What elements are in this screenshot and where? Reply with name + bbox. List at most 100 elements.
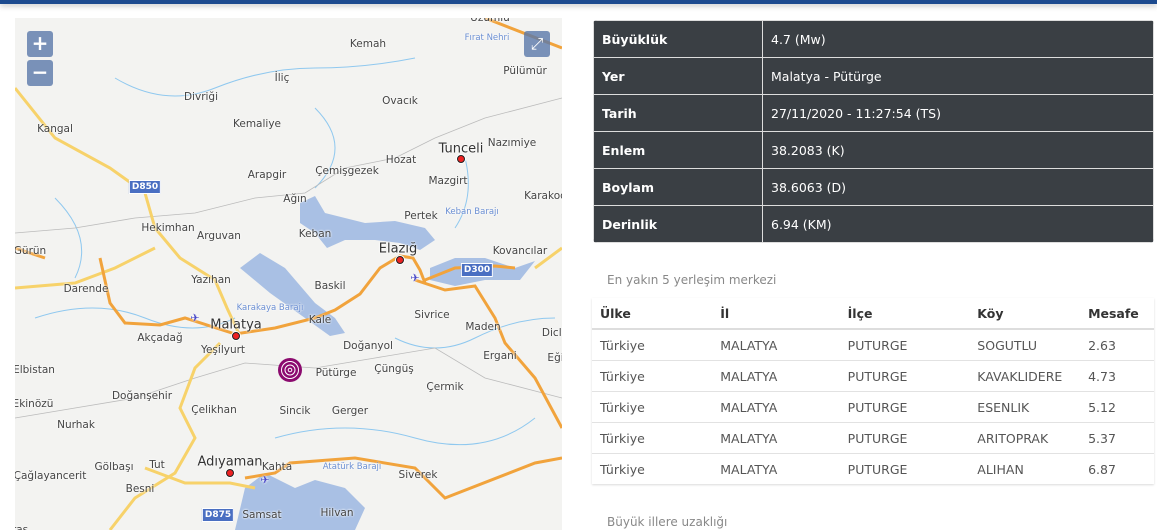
map-place-label: Doğanşehir [111,390,173,402]
map-place-label: Hilvan [320,507,354,519]
map-place-label: Hozat [385,154,417,166]
nearest-settlements-table: Ülke İl İlçe Köy Mesafe Türkiye MALATYA PUTURGE… [592,298,1154,484]
table-row: Türkiye MALATYA PUTURGE SOGUTLU 2.63 [592,328,1154,361]
table-row: Türkiye MALATYA PUTURGE ARITOPRAK 5.37 [592,422,1154,454]
map-place-label: Sincik [279,405,311,417]
map-place-label: Dicle [541,327,562,339]
table-cell: ALIHAN [969,453,1081,484]
info-key: Derinlik [593,205,763,243]
map-place-label: Çermik [426,381,464,393]
table-cell: PUTURGE [839,422,970,454]
map-place-label: Keban [298,228,332,240]
city-marker-icon [457,155,465,163]
map-place-label: Ekinözü [15,398,54,410]
map-place-label: Darende [63,283,109,295]
map-place-label: Kemaliye [233,118,281,130]
road-shield: D850 [128,180,162,194]
info-value: 38.2083 (K) [762,131,1154,169]
map-place-label: Karakaya Barajı [236,303,304,313]
map-place-label: Kangal [37,123,73,135]
info-row: Boylam 38.6063 (D) [593,168,1154,206]
column-header: Köy [969,298,1081,330]
column-header: Mesafe [1080,298,1154,330]
map-place-label: Keban Barajı [445,207,499,217]
map-place-label: Gerger [331,405,369,417]
table-cell: MALATYA [712,453,840,484]
map-place-label: Elbistan [15,364,55,376]
map-place-label: Ergani [483,350,517,362]
expand-icon[interactable]: ⤢ [524,31,550,57]
map-place-label: Adıyaman [197,454,263,470]
map-place-label: Elazığ [378,241,418,257]
map-place-label: Kemah [349,38,387,50]
zoom-in-button[interactable]: + [27,31,53,57]
top-header-bar [0,0,1157,4]
map-place-label: Ovacık [382,95,418,107]
table-row: Türkiye MALATYA PUTURGE ALIHAN 6.87 [592,453,1154,484]
column-header: İlçe [839,298,970,330]
airport-icon: ✈ [410,271,420,285]
map-place-label: Pülümür [503,65,547,77]
zoom-out-button[interactable]: − [27,60,53,86]
table-cell: ARITOPRAK [969,422,1081,454]
map-place-label: Ağın [283,193,307,205]
map-place-label: Hekimhan [141,222,195,234]
table-cell: 5.12 [1080,391,1154,423]
table-cell: Türkiye [592,453,713,484]
distances-title: Büyük illere uzaklığı [607,515,728,529]
table-cell: MALATYA [712,360,840,392]
info-value: 27/11/2020 - 11:27:54 (TS) [762,94,1154,132]
map-place-label: Çağlayancerit [15,470,87,482]
earthquake-map[interactable]: Kemah Pülümür İliç Divriği Ovacık Kangal Kemal… [15,18,562,530]
epicenter-marker[interactable] [276,356,304,384]
map-place-label: Samsat [242,509,282,521]
table-cell: PUTURGE [839,328,970,361]
map-place-label: Gölbaşı [94,461,134,473]
map-place-label: Doğanyol [343,340,393,352]
table-cell: Türkiye [592,360,713,392]
info-key: Büyüklük [593,20,763,58]
map-place-label: Sivrice [414,309,450,321]
earthquake-info-table: Büyüklük 4.7 (Mw) Yer Malatya - Pütürge Tari… [593,20,1154,243]
map-place-label: Tut [149,459,165,471]
map-place-label: Mazgirt [428,175,468,187]
city-marker-icon [226,469,234,477]
table-cell: PUTURGE [839,360,970,392]
table-cell: Türkiye [592,422,713,454]
info-value: 38.6063 (D) [762,168,1154,206]
map-place-label: Üzümlü [470,18,510,24]
map-place-label: Baskil [314,280,346,292]
map-place-label: Pertek [404,210,438,222]
city-marker-icon [396,256,404,264]
map-place-label: Pütürge [315,367,357,379]
table-cell: 6.87 [1080,453,1154,484]
info-row: Enlem 38.2083 (K) [593,131,1154,169]
info-row: Tarih 27/11/2020 - 11:27:54 (TS) [593,94,1154,132]
info-row: Derinlik 6.94 (KM) [593,205,1154,243]
road-shield: D875 [201,508,235,522]
table-cell: PUTURGE [839,453,970,484]
column-header: Ülke [592,298,713,330]
map-place-label: Eğil [547,352,562,364]
map-place-label: Çemişgezek [315,165,379,177]
info-key: Yer [593,57,763,95]
table-cell: KAVAKLIDERE [969,360,1081,392]
map-place-label: Çüngüş [374,363,414,375]
map-place-label: Nurhak [57,419,95,431]
map-place-label: Akçadağ [137,332,183,344]
airport-icon: ✈ [260,473,270,487]
table-cell: Türkiye [592,391,713,423]
table-cell: 4.73 [1080,360,1154,392]
map-place-label: Gürün [15,245,47,257]
info-key: Tarih [593,94,763,132]
table-cell: PUTURGE [839,391,970,423]
table-cell: SOGUTLU [969,328,1081,361]
info-key: Boylam [593,168,763,206]
map-place-label: raş [15,524,29,530]
map-place-label: Çelikhan [191,404,237,416]
ataturk-reservoir [235,473,365,530]
map-place-label: Yazıhan [191,274,231,286]
road-south [108,341,222,530]
map-place-label: Karakoç [524,190,562,202]
map-place-label: Kahta [261,461,293,473]
